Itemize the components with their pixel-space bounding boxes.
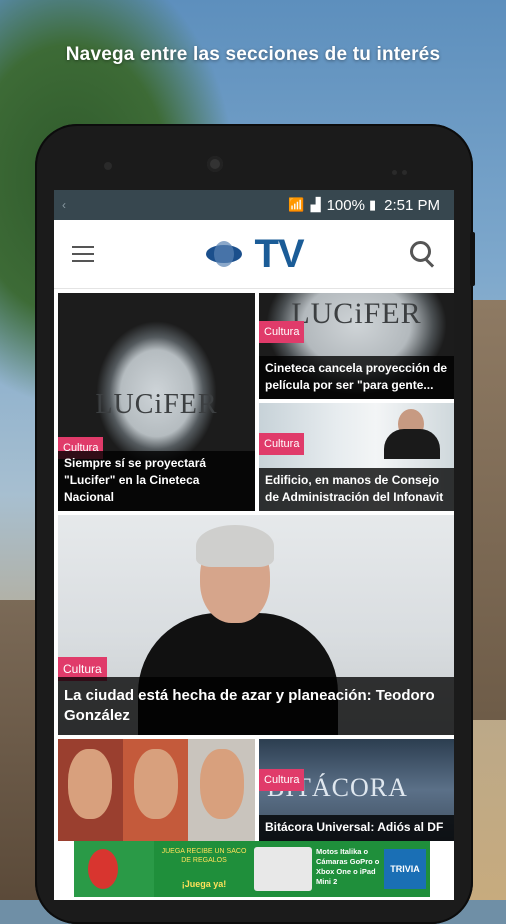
ad-banner[interactable]: JUEGA RECIBE UN SACO DE REGALOS ¡Juega y… xyxy=(74,841,430,897)
clock: 2:51 PM xyxy=(384,196,440,214)
ad-promo-text: JUEGA RECIBE UN SACO DE REGALOS xyxy=(161,848,247,864)
face-2 xyxy=(134,749,178,819)
article-title: La ciudad está hecha de azar y planeació… xyxy=(58,677,454,735)
app-screen: ‹ 📶 ▟ 100% ▮ 2:51 PM TV LUCiFER Cultura … xyxy=(54,190,454,900)
sensor-dots xyxy=(392,162,414,175)
ad-trivia-logo: TRIVIA xyxy=(384,849,426,889)
article-image xyxy=(58,739,255,841)
article-card[interactable]: LUCiFER Cultura Siempre sí se proyectará… xyxy=(58,293,255,511)
face-1 xyxy=(68,749,112,819)
santa-icon xyxy=(88,849,118,889)
ad-cta-text: ¡Juega ya! xyxy=(181,879,227,889)
app-toolbar: TV xyxy=(54,220,454,289)
status-bar: ‹ 📶 ▟ 100% ▮ 2:51 PM xyxy=(54,190,454,220)
article-card[interactable]: Cultura Edificio, en manos de Consejo de… xyxy=(259,403,454,511)
background-ruin-left xyxy=(0,600,40,900)
wifi-icon: 📶 xyxy=(288,197,305,212)
ad-prizes-text: Motos Italika o Cámaras GoPro o Xbox One… xyxy=(316,847,380,886)
article-image-text: LUCiFER xyxy=(95,389,218,420)
article-title: Edificio, en manos de Consejo de Adminis… xyxy=(259,468,454,511)
promo-headline: Navega entre las secciones de tu interés xyxy=(65,44,441,65)
hamburger-menu-icon[interactable] xyxy=(72,246,94,262)
battery-icon: ▮ xyxy=(368,197,377,212)
signal-icon: ▟ xyxy=(310,197,321,212)
article-card[interactable]: BITÁCORA Cultura Bitácora Universal: Adi… xyxy=(259,739,454,841)
ad-promo-image xyxy=(74,841,154,897)
phone-side-button xyxy=(470,232,475,286)
category-badge: Cultura xyxy=(259,769,305,791)
category-badge: Cultura xyxy=(259,321,305,343)
article-card[interactable]: LUCiFER Cultura Cineteca cancela proyecc… xyxy=(259,293,454,399)
app-logo: TV xyxy=(200,231,305,277)
notification-icon: ‹ xyxy=(62,198,66,212)
featured-article-card[interactable]: Cultura La ciudad está hecha de azar y p… xyxy=(58,515,454,735)
article-title: Bitácora Universal: Adiós al DF xyxy=(259,815,454,841)
face-3 xyxy=(200,749,244,819)
ad-devices-image xyxy=(254,847,312,891)
battery-level: 100% xyxy=(326,196,365,214)
category-badge: Cultura xyxy=(259,433,305,455)
earpiece-speaker xyxy=(207,156,223,172)
article-grid: LUCiFER Cultura Siempre sí se proyectará… xyxy=(54,289,454,900)
portrait-hair xyxy=(196,525,274,567)
eagle-logo-icon xyxy=(200,237,249,271)
article-card[interactable] xyxy=(58,739,255,841)
logo-text: TV xyxy=(254,231,304,276)
article-title: Cineteca cancela proyección de película … xyxy=(259,356,454,399)
front-camera xyxy=(104,162,112,170)
search-icon[interactable] xyxy=(410,241,436,267)
article-title: Siempre sí se proyectará "Lucifer" en la… xyxy=(58,451,255,511)
